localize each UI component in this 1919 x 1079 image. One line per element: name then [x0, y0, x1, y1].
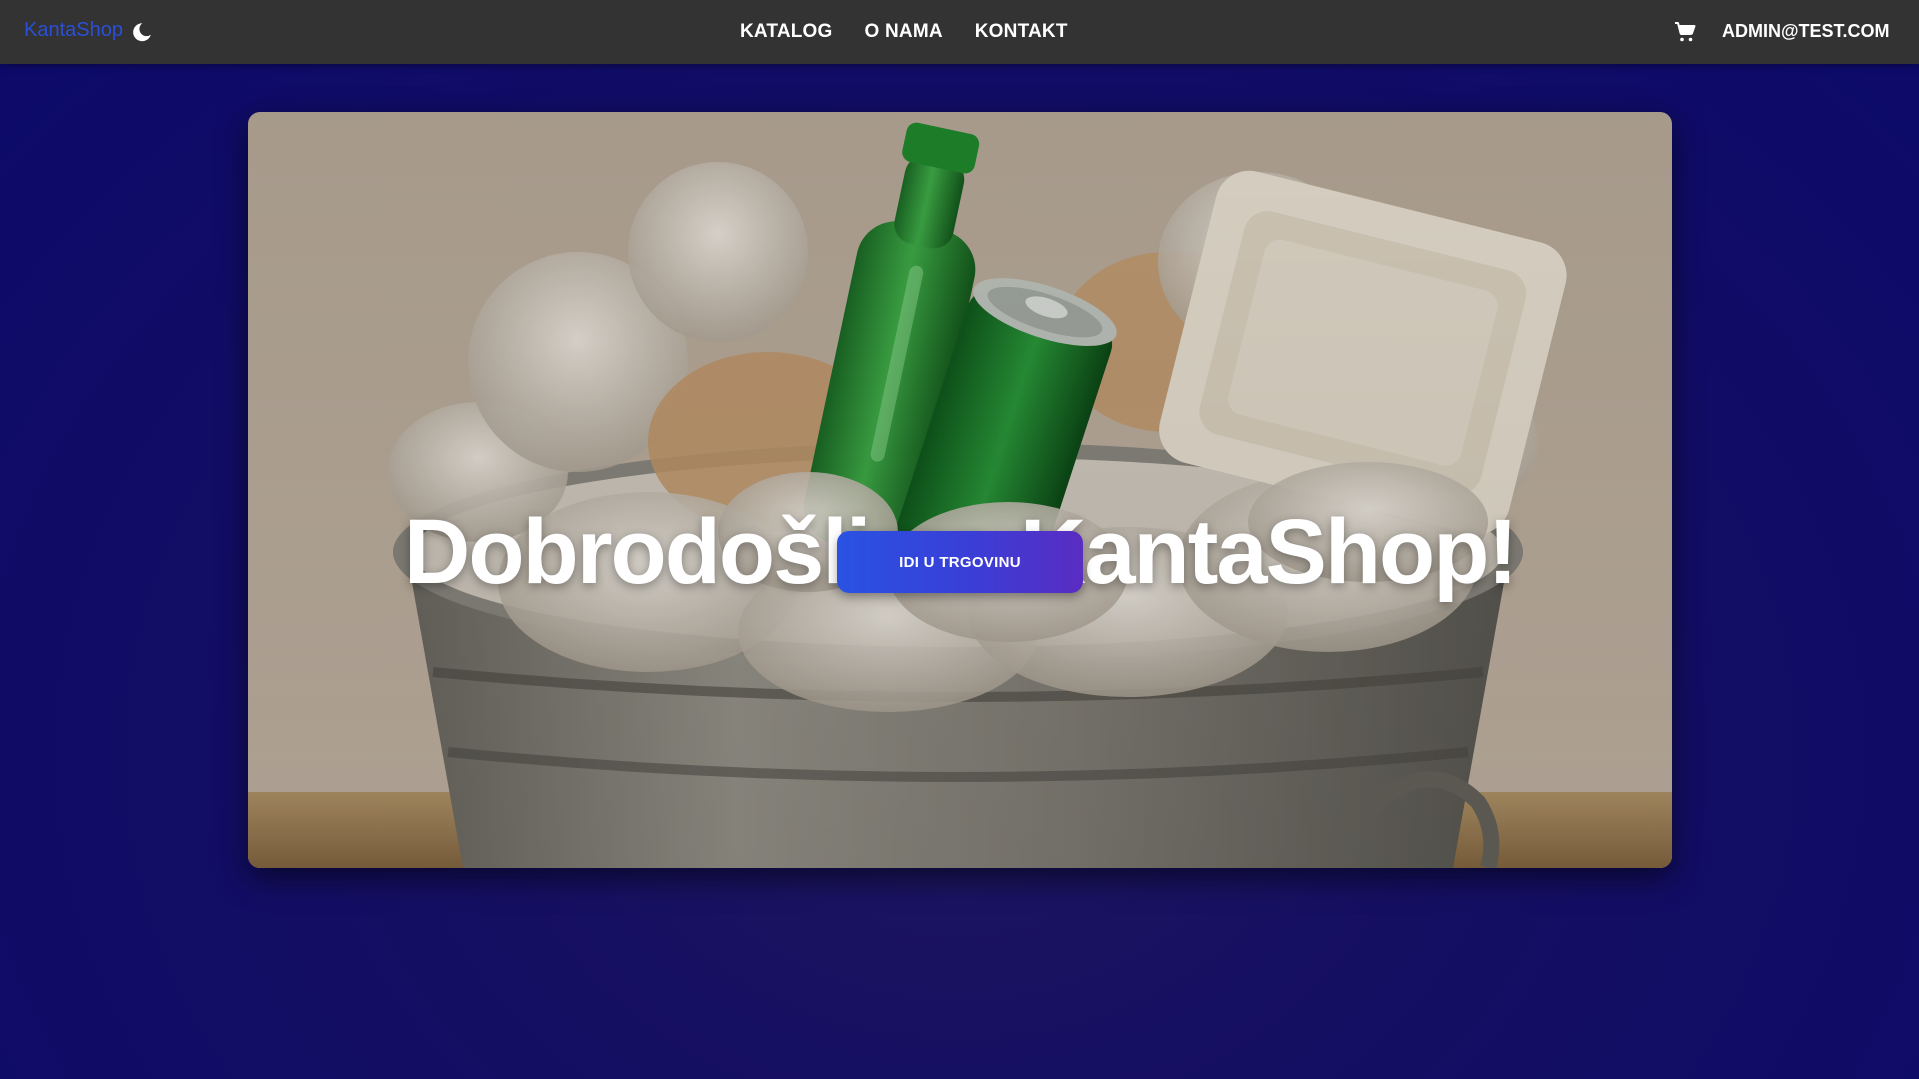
nav-link-kontakt[interactable]: KONTAKT: [975, 21, 1068, 43]
go-to-shop-button[interactable]: IDI U TRGOVINU: [837, 531, 1083, 593]
trash-bin-image: [248, 112, 1672, 868]
moon-icon[interactable]: [130, 20, 154, 44]
navbar: KantaShop KATALOG O NAMA KONTAKT ADMIN@T…: [0, 0, 1919, 64]
user-account-link[interactable]: ADMIN@TEST.COM: [1722, 21, 1890, 42]
nav-link-o-nama[interactable]: O NAMA: [865, 21, 943, 43]
brand-logo-link[interactable]: KantaShop: [24, 19, 123, 42]
main-nav: KATALOG O NAMA KONTAKT: [740, 0, 1100, 64]
hero-banner: Dobrodošli na KantaShop! IDI U TRGOVINU: [248, 112, 1672, 868]
nav-link-katalog[interactable]: KATALOG: [740, 21, 833, 43]
cart-icon[interactable]: [1673, 20, 1697, 44]
